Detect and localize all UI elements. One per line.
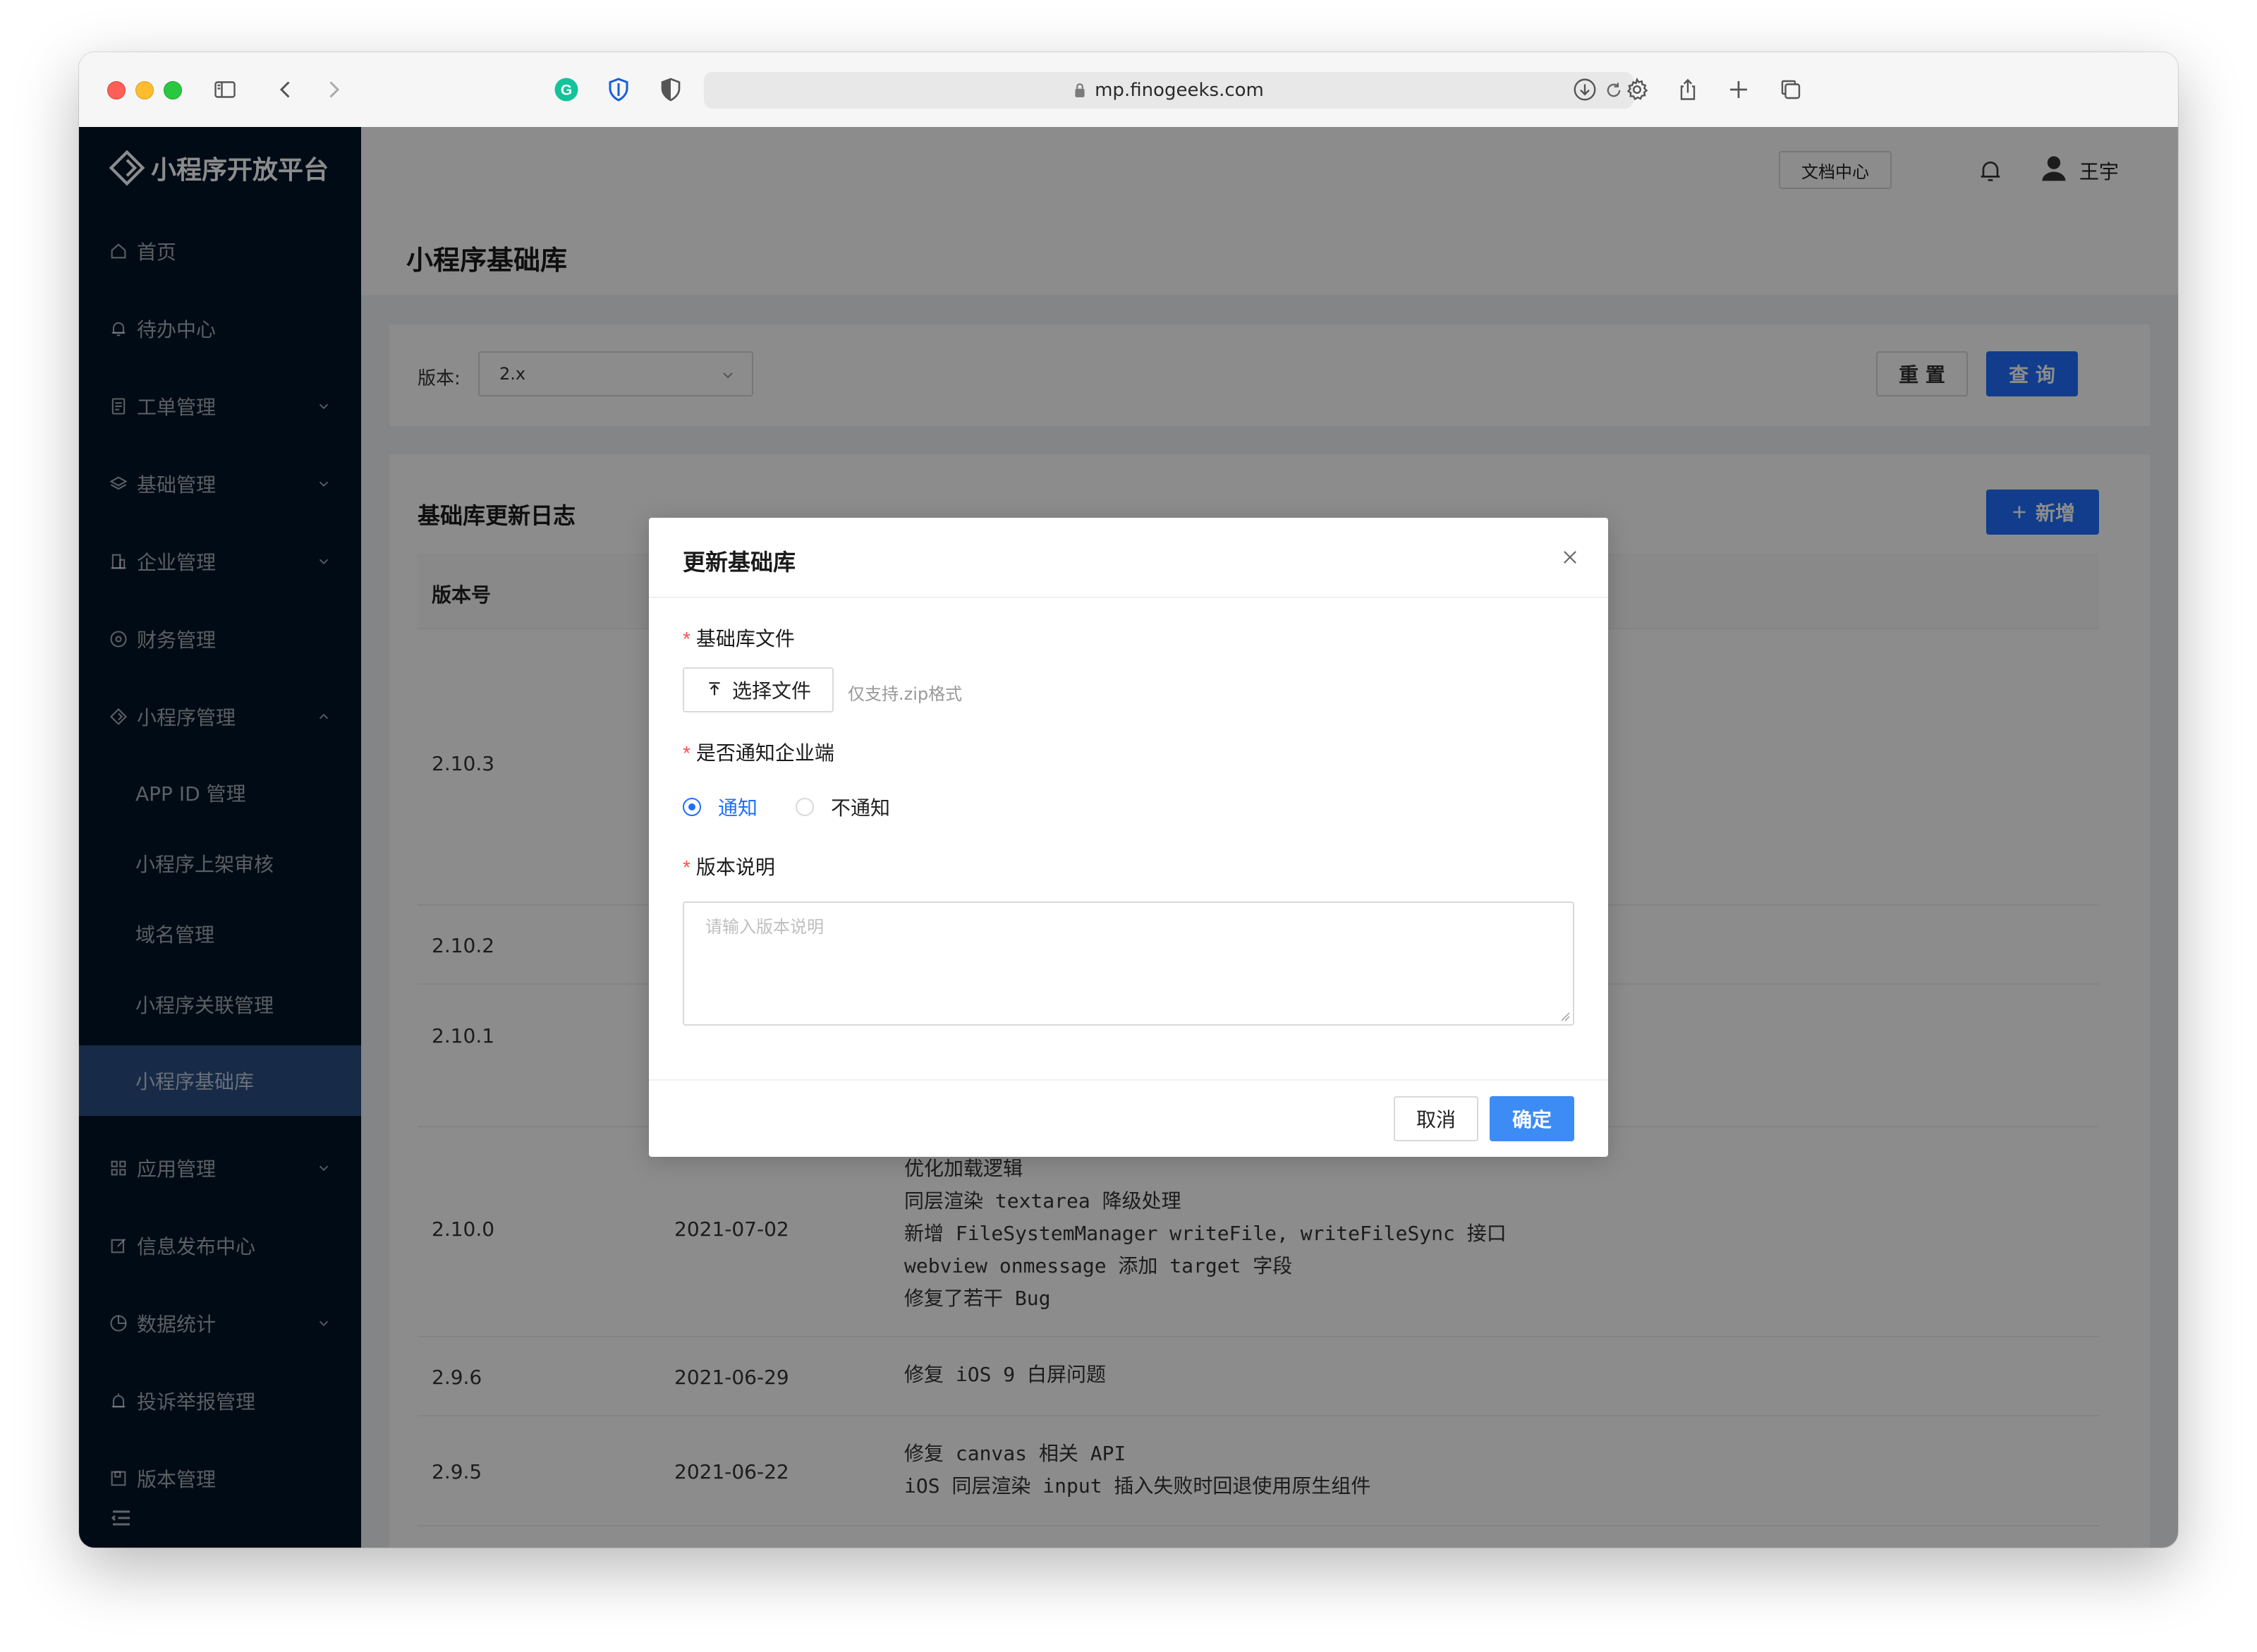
new-tab-icon[interactable]: [1722, 73, 1755, 106]
settings-gear-icon[interactable]: [1621, 73, 1653, 106]
notify-field-label: * 是否通知企业端: [683, 741, 834, 765]
radio-checked-icon: [683, 798, 701, 816]
resize-grip-icon[interactable]: [1560, 1012, 1570, 1021]
radio-unchecked-icon: [796, 798, 814, 816]
upload-hint: 仅支持.zip格式: [848, 684, 963, 704]
file-field-label: * 基础库文件: [683, 627, 795, 650]
choose-file-button[interactable]: 选择文件: [683, 667, 834, 712]
download-icon[interactable]: [1569, 73, 1601, 106]
no-notify-radio[interactable]: 不通知: [796, 793, 890, 821]
minimize-window-button[interactable]: [135, 81, 154, 99]
description-textarea[interactable]: 请输入版本说明: [683, 901, 1574, 1026]
cancel-button[interactable]: 取消: [1394, 1096, 1478, 1141]
svg-text:G: G: [561, 83, 572, 99]
bitwarden-extension-icon[interactable]: [602, 73, 635, 106]
back-icon[interactable]: [269, 73, 302, 106]
close-window-button[interactable]: [107, 81, 126, 99]
grammarly-extension-icon[interactable]: G: [550, 73, 583, 106]
upload-icon: [709, 682, 720, 696]
notify-radio-label: 通知: [718, 796, 758, 820]
browser-window: G mp.finogeeks.com 小程序开放平台 首页 待办中心 工单管理 …: [79, 52, 2178, 1548]
maximize-window-button[interactable]: [164, 81, 182, 99]
forward-icon[interactable]: [317, 73, 350, 106]
dialog-title: 更新基础库: [683, 549, 796, 576]
dialog-header: 更新基础库: [649, 518, 1608, 598]
choose-file-label: 选择文件: [731, 679, 811, 703]
privacy-shield-icon[interactable]: [655, 73, 687, 106]
sidebar-toggle-icon[interactable]: [209, 73, 241, 106]
lock-icon: [1075, 83, 1085, 97]
description-field-label: * 版本说明: [683, 856, 775, 879]
no-notify-radio-label: 不通知: [831, 796, 891, 820]
close-icon[interactable]: [1560, 547, 1580, 567]
browser-toolbar: G mp.finogeeks.com: [79, 52, 2178, 128]
url-text: mp.finogeeks.com: [1095, 80, 1264, 101]
dialog-footer: 取消 确定: [649, 1079, 1608, 1158]
update-library-dialog: 更新基础库 * 基础库文件 选择文件 仅支持.zip格式 * 是否通知企业端 通知 …: [649, 518, 1608, 1157]
notify-radio[interactable]: 通知: [683, 793, 758, 821]
share-icon[interactable]: [1672, 73, 1704, 106]
description-placeholder: 请输入版本说明: [705, 917, 824, 937]
confirm-button[interactable]: 确定: [1490, 1096, 1574, 1141]
tab-overview-icon[interactable]: [1775, 73, 1807, 106]
address-bar[interactable]: mp.finogeeks.com: [704, 72, 1634, 109]
